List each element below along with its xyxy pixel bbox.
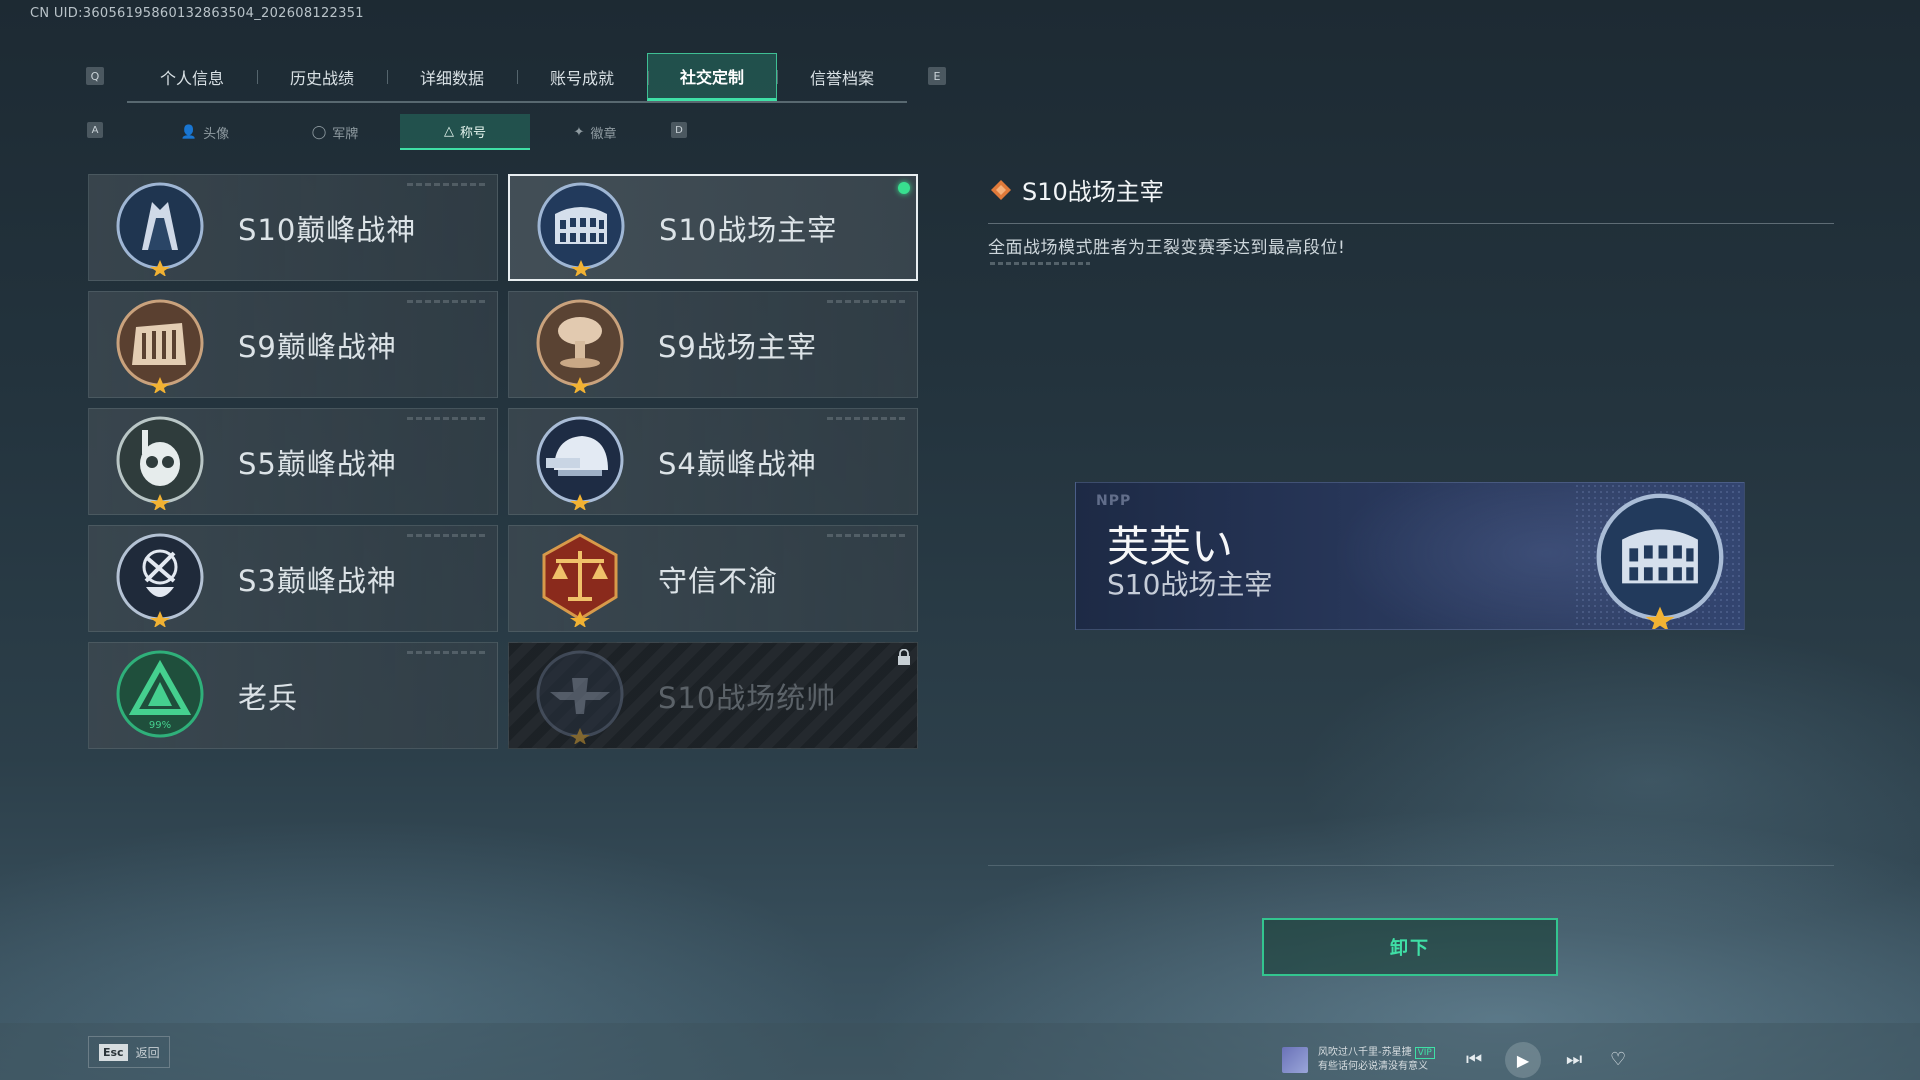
- subtab-avatar[interactable]: 👤 头像: [140, 114, 270, 150]
- colosseum-emblem-icon: [537, 182, 625, 276]
- back-label: 返回: [135, 1045, 160, 1060]
- subtab-label: 称号: [459, 125, 486, 141]
- card-deco: [407, 651, 487, 654]
- play-icon: ▶: [1516, 1050, 1530, 1070]
- title-label: S5巅峰战神: [238, 446, 397, 481]
- veteran-triangle-emblem-icon: 99%: [116, 650, 204, 737]
- title-label: S4巅峰战神: [658, 446, 817, 481]
- title-card[interactable]: S3巅峰战神: [88, 525, 498, 632]
- subtab-label: 军牌: [332, 126, 359, 142]
- helmet-emblem-icon: [536, 416, 624, 510]
- diver-skull-emblem-icon: [116, 416, 204, 510]
- top-tab-bar: 个人信息 历史战绩 详细数据 账号成就 社交定制 信誉档案: [127, 53, 907, 103]
- title-preview-banner: NPP 芙芙い S10战场主宰: [1075, 482, 1745, 630]
- prev-tab-key[interactable]: Q: [86, 67, 104, 85]
- scales-emblem-icon: [542, 532, 618, 627]
- title-label: S3巅峰战神: [238, 563, 397, 598]
- heart-icon[interactable]: ♡: [1610, 1049, 1626, 1070]
- card-deco: [407, 417, 487, 420]
- vip-badge: VIP: [1414, 1047, 1435, 1059]
- veteran-progress-text: 99%: [149, 720, 171, 731]
- card-deco: [827, 300, 907, 303]
- panel-divider: [988, 865, 1834, 866]
- skull-globe-emblem-icon: [116, 533, 204, 627]
- card-deco: [407, 300, 487, 303]
- triangle-icon: △: [443, 123, 454, 139]
- title-label: S10战场统帅: [658, 680, 837, 715]
- uid-text: CN UID:3605619586013286350­4_20260812235…: [30, 6, 364, 21]
- card-deco: [407, 534, 487, 537]
- tab-history[interactable]: 历史战绩: [257, 53, 387, 101]
- title-card[interactable]: S4巅峰战神: [508, 408, 918, 515]
- detail-description: 全面战场模式胜者为王裂变赛季达到最高段位!: [988, 238, 1346, 258]
- title-label: 老兵: [238, 680, 299, 715]
- music-player: 风吹过八千里-苏星捷 VIP 有些话何必说清没有意义: [1282, 1046, 1435, 1074]
- aircraft-emblem-icon: [536, 650, 624, 744]
- title-card[interactable]: 守信不渝: [508, 525, 918, 632]
- title-card[interactable]: S9巅峰战神: [88, 291, 498, 398]
- spire-emblem-icon: [116, 182, 204, 276]
- card-deco: [827, 417, 907, 420]
- tab-credit-profile[interactable]: 信誉档案: [777, 53, 907, 101]
- title-card[interactable]: 99% 老兵: [88, 642, 498, 749]
- play-button[interactable]: ▶: [1505, 1042, 1541, 1078]
- esc-key: Esc: [99, 1043, 128, 1061]
- diamond-icon: [991, 179, 1011, 200]
- bottom-bar: [0, 1023, 1920, 1080]
- detail-title: S10战场主宰: [990, 172, 1164, 207]
- banner-title: S10战场主宰: [1107, 568, 1273, 601]
- card-deco: [827, 534, 907, 537]
- description-deco: [990, 262, 1090, 265]
- title-card-locked[interactable]: S10战场统帅: [508, 642, 918, 749]
- mushroom-cloud-emblem-icon: [536, 299, 624, 393]
- subtab-label: 徽章: [590, 126, 617, 142]
- badge-icon: ✦: [573, 124, 585, 140]
- album-art: [1282, 1047, 1308, 1073]
- tab-social-customization[interactable]: 社交定制: [647, 53, 777, 101]
- title-card[interactable]: S5巅峰战神: [88, 408, 498, 515]
- next-tab-key[interactable]: E: [928, 67, 946, 85]
- title-card-grid: S10巅峰战神 S10战场主宰 S9巅峰战神 S9战场主宰 S5巅峰战神 S4巅…: [88, 174, 918, 749]
- song-title: 风吹过八千里-苏星捷: [1318, 1047, 1412, 1058]
- title-card[interactable]: S9战场主宰: [508, 291, 918, 398]
- title-label: S10战场主宰: [659, 212, 838, 247]
- next-subtab-key[interactable]: D: [671, 122, 687, 138]
- title-card[interactable]: S10巅峰战神: [88, 174, 498, 281]
- detail-divider: [988, 223, 1834, 224]
- title-label: S9战场主宰: [658, 329, 817, 364]
- sub-tab-bar: 👤 头像 ◯ 军牌 △ 称号 ✦ 徽章: [140, 114, 660, 150]
- song-info: 风吹过八千里-苏星捷 VIP 有些话何必说清没有意义: [1318, 1046, 1435, 1074]
- card-deco: [407, 183, 487, 186]
- title-label: 守信不渝: [658, 563, 779, 598]
- next-track-icon[interactable]: ⏭: [1566, 1049, 1582, 1070]
- dogtag-icon: ◯: [311, 124, 327, 140]
- unequip-button[interactable]: 卸下: [1262, 918, 1558, 976]
- banner-logo: NPP: [1096, 493, 1132, 509]
- title-card-selected[interactable]: S10战场主宰: [508, 174, 918, 281]
- title-label: S10巅峰战神: [238, 212, 417, 247]
- subtab-title[interactable]: △ 称号: [400, 114, 530, 150]
- song-subtitle: 有些话何必说清没有意义: [1318, 1061, 1428, 1072]
- colosseum-emblem-large-icon: [1596, 493, 1724, 629]
- tab-detailed-data[interactable]: 详细数据: [387, 53, 517, 101]
- prev-subtab-key[interactable]: A: [87, 122, 103, 138]
- back-button[interactable]: Esc 返回: [88, 1036, 170, 1068]
- detail-title-text: S10战场主宰: [1022, 178, 1164, 206]
- lock-icon: [898, 649, 910, 665]
- ruins-emblem-icon: [116, 299, 204, 393]
- subtab-badge[interactable]: ✦ 徽章: [530, 114, 660, 150]
- tab-achievements[interactable]: 账号成就: [517, 53, 647, 101]
- tab-personal-info[interactable]: 个人信息: [127, 53, 257, 101]
- equipped-indicator: [898, 182, 910, 194]
- subtab-dogtag[interactable]: ◯ 军牌: [270, 114, 400, 150]
- title-label: S9巅峰战神: [238, 329, 397, 364]
- person-icon: 👤: [180, 124, 198, 140]
- subtab-label: 头像: [203, 126, 230, 142]
- previous-track-icon[interactable]: ⏮: [1466, 1049, 1482, 1070]
